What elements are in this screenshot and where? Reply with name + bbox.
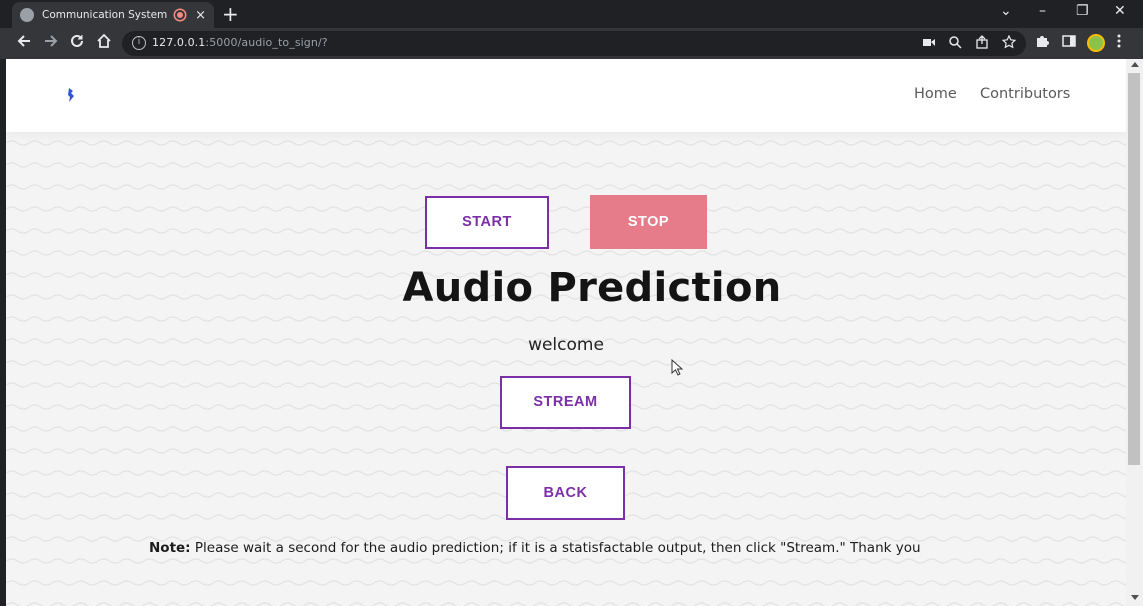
back-button[interactable]: BACK	[506, 466, 625, 520]
stream-button[interactable]: STREAM	[500, 376, 631, 429]
recording-indicator-icon	[175, 10, 186, 20]
nav-home-link[interactable]: Home	[914, 86, 957, 102]
forward-arrow-icon[interactable]	[43, 33, 59, 54]
home-icon[interactable]	[96, 33, 112, 54]
nav-contributors-link[interactable]: Contributors	[980, 86, 1070, 102]
side-panel-icon[interactable]	[1062, 34, 1076, 52]
scrollbar-thumb[interactable]	[1128, 73, 1140, 465]
new-tab-button[interactable]: +	[222, 4, 239, 24]
tab-search-dropdown-icon[interactable]: ⌄	[1000, 3, 1012, 19]
note-label: Note:	[149, 540, 191, 556]
browser-tab[interactable]: Communication System for Spe ×	[12, 2, 214, 28]
info-icon[interactable]: i	[132, 36, 146, 50]
welcome-text: welcome	[528, 335, 604, 355]
profile-avatar[interactable]	[1087, 34, 1105, 52]
page-title: Audio Prediction	[402, 265, 782, 311]
page-scrollbar[interactable]	[1126, 59, 1143, 606]
tab-title: Communication System for Spe	[42, 9, 169, 21]
address-bar[interactable]: i 127.0.0.1:5000/audio_to_sign/?	[122, 31, 1026, 56]
note-text: Note: Please wait a second for the audio…	[149, 540, 1019, 556]
bookmark-star-icon[interactable]	[1001, 34, 1017, 53]
scroll-down-arrow-icon[interactable]	[1131, 595, 1139, 600]
site-header: Home Contributors	[6, 59, 1126, 132]
camera-icon[interactable]	[922, 35, 936, 53]
mouse-cursor-icon	[671, 359, 683, 376]
wavy-background-pattern	[6, 132, 1126, 606]
restore-button[interactable]: ❐	[1076, 3, 1089, 19]
back-arrow-icon[interactable]	[16, 33, 32, 54]
minimize-button[interactable]: –	[1039, 3, 1046, 19]
start-button[interactable]: START	[425, 196, 549, 249]
page-viewport: Home Contributors START STOP Audio Predi…	[6, 59, 1126, 606]
browser-tab-bar: Communication System for Spe × + ⌄ – ❐ ✕	[0, 0, 1143, 28]
close-window-button[interactable]: ✕	[1114, 3, 1126, 19]
extensions-puzzle-icon[interactable]	[1035, 34, 1049, 52]
globe-icon	[20, 8, 34, 22]
reload-icon[interactable]	[69, 33, 85, 54]
more-menu-icon[interactable]	[1116, 34, 1122, 52]
scroll-up-arrow-icon[interactable]	[1131, 62, 1139, 67]
stop-button[interactable]: STOP	[590, 195, 707, 249]
url-text[interactable]: 127.0.0.1:5000/audio_to_sign/?	[152, 36, 328, 49]
zoom-icon[interactable]	[948, 35, 962, 53]
browser-toolbar: i 127.0.0.1:5000/audio_to_sign/?	[0, 28, 1143, 59]
note-body: Please wait a second for the audio predi…	[190, 540, 921, 556]
site-logo[interactable]	[67, 87, 75, 103]
tab-close-button[interactable]: ×	[195, 9, 206, 22]
share-icon[interactable]	[975, 35, 989, 53]
